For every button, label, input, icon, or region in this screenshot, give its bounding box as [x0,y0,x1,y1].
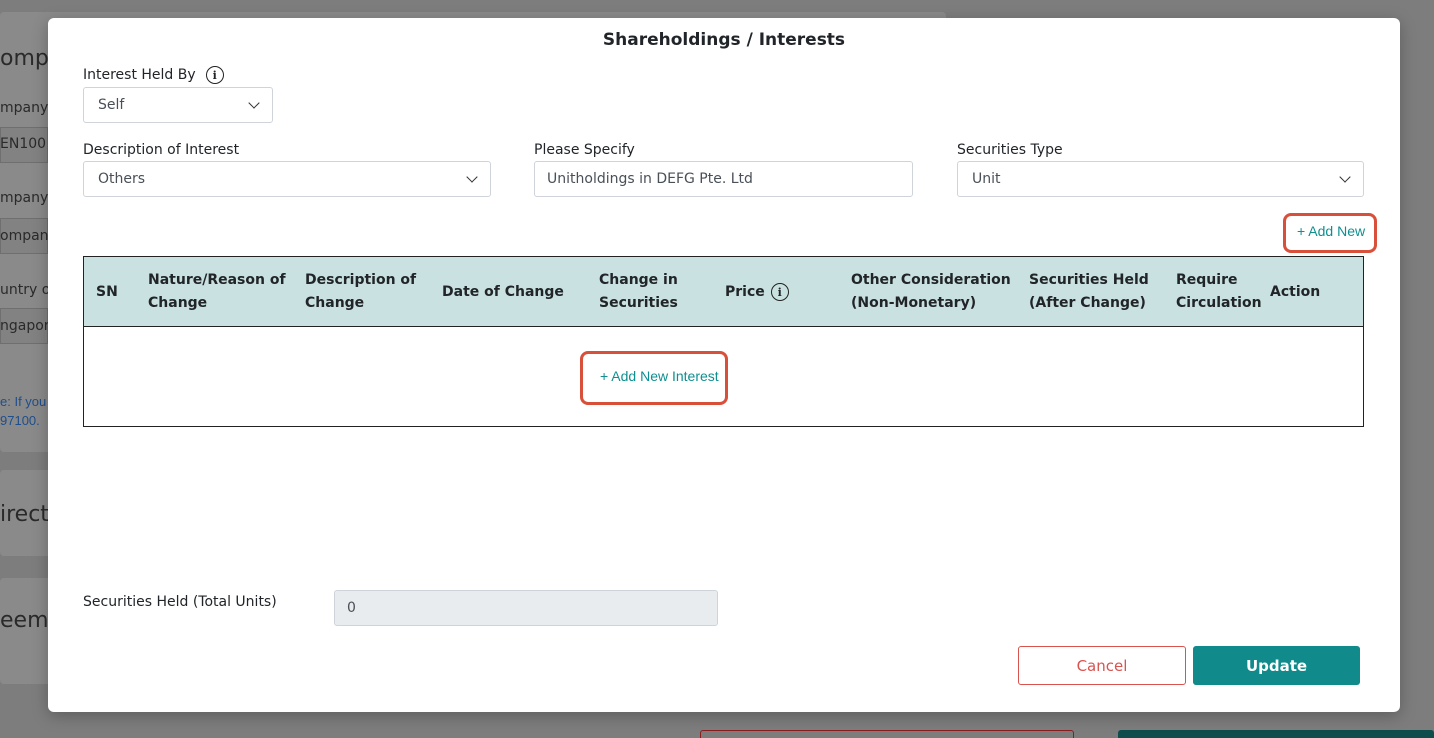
bg-note-line1: e: If you [0,394,47,409]
column-header-line: Nature/Reason of [148,272,286,288]
description-of-interest-select[interactable]: Others [83,161,491,197]
column-header-text: Securities Held (After Change) [1029,269,1149,315]
column-header-text: Nature/Reason of Change [148,269,286,315]
column-header-text: Change in Securities [599,269,678,315]
add-new-button[interactable]: + Add New [1297,223,1365,239]
column-header-line: Change [305,295,365,311]
column-header-text: Require Circulation [1176,269,1262,315]
table-header: SN Nature/Reason of Change Description of… [84,257,1363,327]
chevron-down-icon [1339,171,1351,183]
interest-table: SN Nature/Reason of Change Description of… [83,256,1364,427]
description-of-interest-label: Description of Interest [83,142,240,158]
cancel-button[interactable]: Cancel [1018,646,1186,685]
column-header-text: Price [725,283,765,300]
bg-field1-label: mpany [0,100,49,116]
securities-held-total-label: Securities Held (Total Units) [83,594,277,610]
column-header-line: Change [148,295,208,311]
shareholdings-modal: Shareholdings / Interests Interest Held … [48,18,1400,712]
column-header-line: Securities [599,295,678,311]
interest-held-by-label-text: Interest Held By [83,67,196,83]
column-header-price: Price i [725,257,789,327]
column-header-line: Change in [599,272,678,288]
column-header-line: Circulation [1176,295,1262,311]
column-header-line: Other Consideration [851,272,1011,288]
bg-field2-value: ompan [0,228,49,244]
column-header-text: SN [96,283,118,300]
interest-held-by-select[interactable]: Self [83,87,273,123]
column-header-date: Date of Change [442,257,564,327]
column-header-other-consideration: Other Consideration (Non-Monetary) [851,257,1011,327]
bg-solid-button [1118,730,1434,738]
bg-field3-label: untry of [0,282,56,298]
bg-field3-value: ngapor [0,318,50,334]
column-header-action: Action [1270,257,1320,327]
column-header-nature-reason: Nature/Reason of Change [148,257,286,327]
column-header-line: (Non-Monetary) [851,295,977,311]
modal-title: Shareholdings / Interests [602,30,846,50]
securities-type-value: Unit [972,171,1001,187]
chevron-down-icon [248,97,260,109]
column-header-text: Date of Change [442,283,564,300]
column-header-line: Description of [305,272,417,288]
bg-outline-button [700,730,1074,738]
bg-note-line2: 97100. [0,413,40,428]
please-specify-input[interactable]: Unitholdings in DEFG Pte. Ltd [534,161,913,197]
column-header-text: Other Consideration (Non-Monetary) [851,269,1011,315]
bg-section2-title: irect [0,502,49,527]
update-button[interactable]: Update [1193,646,1360,685]
column-header-text: Description of Change [305,269,416,315]
securities-held-total-input: 0 [334,590,718,626]
bg-field1-value: EN100 [0,136,47,152]
add-new-interest-button[interactable]: + Add New Interest [600,368,719,384]
column-header-description: Description of Change [305,257,416,327]
column-header-change-securities: Change in Securities [599,257,678,327]
column-header-line: Require [1176,272,1238,288]
column-header-line: (After Change) [1029,295,1146,311]
column-header-require-circulation: Require Circulation [1176,257,1262,327]
column-header-line: Securities Held [1029,272,1149,288]
column-header-sn: SN [96,257,118,327]
interest-held-by-label: Interest Held By i [83,66,224,84]
column-header-text: Action [1270,283,1321,300]
chevron-down-icon [466,171,478,183]
info-icon[interactable]: i [205,66,224,84]
info-icon[interactable]: i [770,283,789,301]
securities-type-select[interactable]: Unit [957,161,1364,197]
description-of-interest-value: Others [98,171,146,187]
securities-type-label: Securities Type [957,142,1063,158]
interest-held-by-value: Self [98,97,125,113]
column-header-securities-held: Securities Held (After Change) [1029,257,1149,327]
bg-field2-label: mpany [0,190,49,206]
please-specify-label: Please Specify [534,142,635,158]
